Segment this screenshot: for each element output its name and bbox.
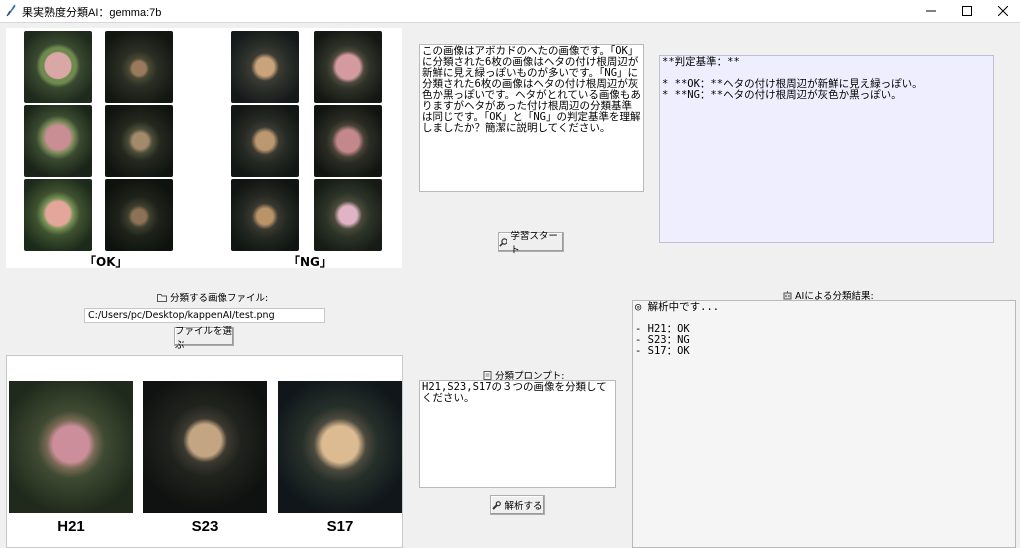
title-bar: 果実熟度分類AI：gemma:7b: [0, 0, 1020, 22]
analyze-button[interactable]: 解析する: [490, 495, 545, 515]
memo-icon: [483, 371, 492, 380]
criteria-output: **判定基準：** * **OK：**ヘタの付け根周辺が新鮮に見え緑っぽい。 *…: [659, 55, 994, 243]
ok-sample-image: [105, 105, 173, 177]
folder-icon: [157, 294, 167, 302]
robot-icon: [783, 291, 792, 300]
file-label: 分類する画像ファイル:: [157, 290, 268, 304]
ok-caption: 「OK」: [84, 255, 128, 269]
close-button[interactable]: [984, 0, 1020, 22]
start-learning-label: 学習スタート: [510, 231, 558, 256]
ok-sample-image: [24, 179, 92, 251]
test-image-panel: H21 S23 S17: [6, 355, 403, 548]
ok-sample-image: [24, 31, 92, 103]
test-image-label: S17: [326, 518, 354, 535]
choose-file-label: ファイルを選ぶ: [175, 325, 233, 351]
wrench-icon: [492, 500, 502, 510]
title-separator: [0, 22, 1020, 23]
ng-sample-image: [314, 179, 382, 251]
test-image-s23: [143, 381, 267, 513]
file-label-text: 分類する画像ファイル:: [170, 293, 269, 304]
choose-file-button[interactable]: ファイルを選ぶ: [174, 326, 234, 351]
window-title: 果実熟度分類AI：gemma:7b: [22, 7, 162, 19]
magnifier-icon: [499, 237, 508, 247]
learning-prompt-textarea[interactable]: この画像はアボカドのへたの画像です。「OK」に分類された6枚の画像はヘタの付け根…: [419, 44, 644, 192]
close-icon: [998, 6, 1008, 16]
ng-caption: 「NG」: [288, 255, 332, 269]
test-image-h21: [9, 381, 133, 513]
ng-sample-image: [231, 105, 299, 177]
minimize-icon: [926, 10, 936, 12]
results-output: ◎ 解析中です... - H21：OK - S23：NG - S17：OK: [632, 300, 1016, 548]
maximize-icon: [962, 6, 972, 16]
ok-sample-image: [105, 179, 173, 251]
ng-sample-image: [314, 31, 382, 103]
ng-sample-image: [231, 179, 299, 251]
start-learning-button[interactable]: 学習スタート: [498, 231, 564, 256]
ok-sample-image: [24, 105, 92, 177]
test-image-s17: [278, 381, 402, 513]
test-image-label: H21: [57, 518, 85, 535]
file-path-input[interactable]: C:/Users/pc/Desktop/kappenAI/test.png: [84, 308, 325, 323]
ok-sample-image: [105, 31, 173, 103]
test-image-label: S23: [191, 518, 219, 535]
classify-prompt-textarea[interactable]: H21,S23,S17の３つの画像を分類してください。: [419, 380, 616, 488]
maximize-button[interactable]: [948, 0, 986, 22]
minimize-button[interactable]: [912, 0, 950, 22]
reference-image-panel: 「OK」 「NG」: [6, 28, 402, 269]
ng-sample-image: [314, 105, 382, 177]
feather-icon: [6, 4, 16, 17]
analyze-label: 解析する: [504, 501, 543, 512]
ng-sample-image: [231, 31, 299, 103]
